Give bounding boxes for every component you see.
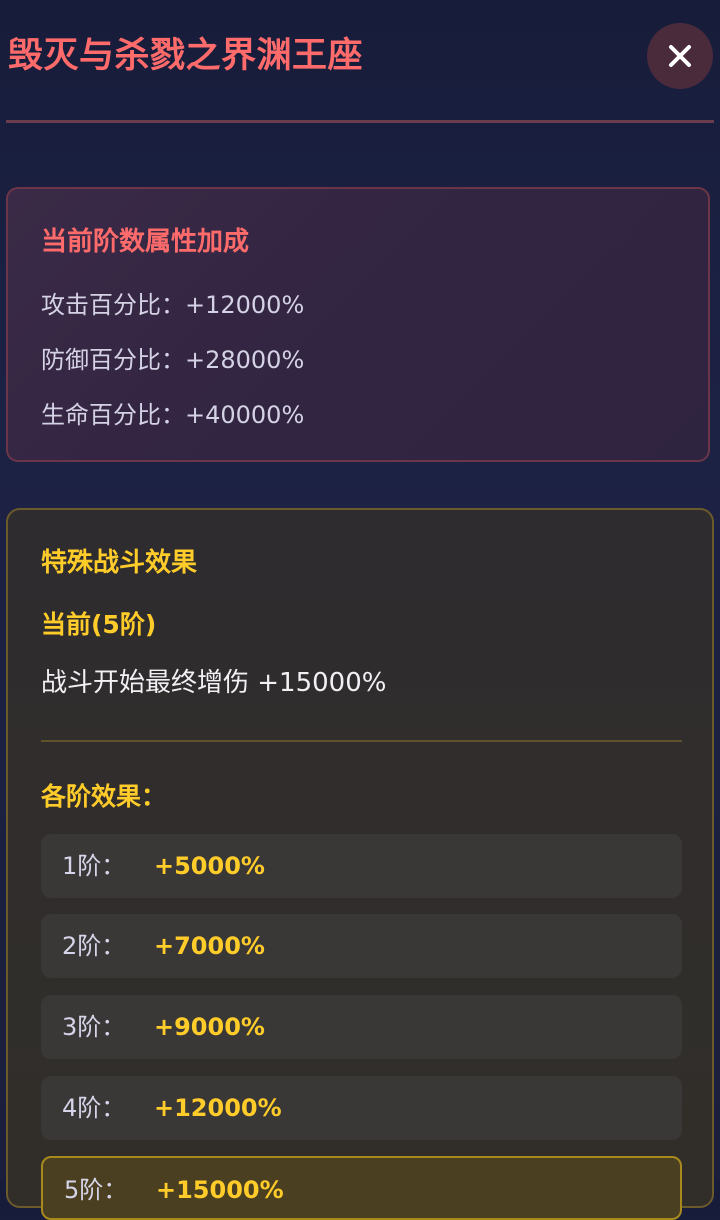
special-effect-card: 特殊战斗效果 当前(5阶) 战斗开始最终增伤 +15000% 各阶效果： 1阶：… [6, 508, 714, 1220]
current-effect-description: 战斗开始最终增伤 +15000% [41, 668, 387, 698]
tier-value: +9000% [154, 1013, 265, 1041]
tier-value: +5000% [154, 852, 265, 880]
tier-row-4: 4阶： +12000% [41, 1076, 682, 1140]
tier-label: 2阶： [62, 932, 126, 960]
attack-percent-line: 攻击百分比：+12000% [41, 291, 305, 319]
tier-label: 3阶： [62, 1013, 126, 1041]
health-percent-line: 生命百分比：+40000% [41, 401, 305, 429]
special-effect-title: 特殊战斗效果 [41, 548, 198, 578]
attribute-bonus-card: 当前阶数属性加成 攻击百分比：+12000% 防御百分比：+28000% 生命百… [6, 187, 710, 462]
tier-value: +15000% [156, 1176, 284, 1204]
tier-label: 1阶： [62, 852, 126, 880]
effect-divider [41, 740, 682, 742]
defense-percent-line: 防御百分比：+28000% [41, 346, 305, 374]
header: 毁灭与杀戮之界渊王座 [0, 0, 720, 124]
tier-row-2: 2阶： +7000% [41, 914, 682, 978]
page-title: 毁灭与杀戮之界渊王座 [8, 36, 364, 76]
tier-value: +7000% [154, 932, 265, 960]
tier-row-3: 3阶： +9000% [41, 995, 682, 1059]
current-tier-label: 当前(5阶) [41, 610, 157, 639]
close-button[interactable] [647, 23, 713, 89]
tier-value: +12000% [154, 1094, 282, 1122]
tier-row-5-current: 5阶： +15000% [41, 1156, 682, 1220]
close-icon [669, 45, 691, 67]
tier-label: 5阶： [64, 1176, 128, 1204]
tier-effects-title: 各阶效果： [41, 782, 167, 811]
tier-label: 4阶： [62, 1094, 126, 1122]
header-divider [6, 120, 714, 123]
attribute-bonus-title: 当前阶数属性加成 [41, 227, 250, 257]
tier-row-1: 1阶： +5000% [41, 834, 682, 898]
